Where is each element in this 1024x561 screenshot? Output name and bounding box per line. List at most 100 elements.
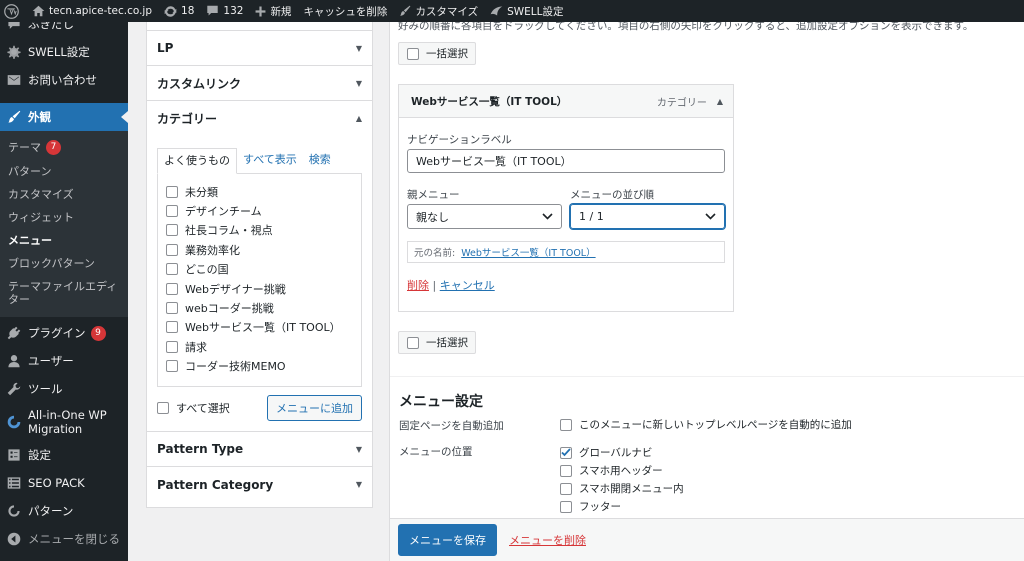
sidebar-item-label: ツール	[28, 382, 63, 396]
list-item[interactable]: Webサービス一覧（IT TOOL）	[166, 318, 353, 337]
list-item[interactable]: 未分類	[166, 182, 353, 201]
checkbox[interactable]	[166, 340, 178, 353]
sidebar-item-fukidashi[interactable]: ふきだし	[0, 22, 128, 38]
list-item[interactable]: 業務効率化	[166, 240, 353, 259]
checkbox[interactable]	[560, 500, 572, 513]
submenu-label: メニュー	[8, 234, 52, 247]
submenu-theme-file-editor[interactable]: テーマファイルエディター	[0, 275, 128, 311]
location-sp-header[interactable]: スマホ用ヘッダー	[560, 463, 663, 478]
sidebar-item-appearance[interactable]: 外観	[0, 103, 128, 131]
delete-item-link[interactable]: 削除	[407, 279, 429, 292]
sidebar-item-users[interactable]: ユーザー	[0, 347, 128, 375]
wordpress-logo-icon[interactable]	[0, 0, 26, 22]
sidebar-item-tools[interactable]: ツール	[0, 375, 128, 403]
category-label: webコーダー挑戦	[185, 302, 274, 316]
checkbox[interactable]	[166, 185, 178, 198]
sidebar-item-label: ふきだし	[28, 22, 74, 31]
tab-search[interactable]: 検索	[303, 148, 337, 174]
gear-icon	[6, 44, 22, 60]
submenu-widgets[interactable]: ウィジェット	[0, 206, 128, 229]
parent-select[interactable]: 親なし	[407, 204, 562, 229]
select-all-checkbox[interactable]	[157, 401, 169, 414]
collapse-menu-button[interactable]: メニューを閉じる	[0, 525, 128, 553]
checkbox[interactable]	[166, 263, 178, 276]
location-global-nav[interactable]: グローバルナビ	[560, 445, 652, 460]
accordion-lp[interactable]: LP ▼	[147, 31, 372, 66]
swell-icon	[490, 6, 503, 16]
sidebar-item-plugins[interactable]: プラグイン 9	[0, 319, 128, 347]
checkbox[interactable]	[166, 360, 178, 373]
checkbox[interactable]	[166, 321, 178, 334]
new-content-link[interactable]: 新規	[249, 0, 297, 22]
sidebar-item-label: ユーザー	[28, 354, 74, 368]
list-item[interactable]: Webデザイナー挑戦	[166, 279, 353, 298]
list-item[interactable]: webコーダー挑戦	[166, 298, 353, 317]
list-item[interactable]: どこの国	[166, 260, 353, 279]
checkbox[interactable]	[166, 302, 178, 315]
checkbox[interactable]	[560, 464, 572, 477]
menu-item-type: カテゴリー ▲	[657, 94, 723, 109]
customize-link[interactable]: カスタマイズ	[393, 0, 484, 22]
arrow-up-icon[interactable]: ▲	[717, 97, 723, 106]
arrow-up-icon: ▲	[355, 114, 362, 123]
nav-label-input[interactable]: Webサービス一覧（IT TOOL）	[407, 149, 725, 173]
sidebar-item-seo-pack[interactable]: SEO PACK	[0, 469, 128, 497]
delete-menu-link[interactable]: メニューを削除	[509, 532, 586, 548]
list-item[interactable]: 社長コラム・視点	[166, 221, 353, 240]
swell-settings-link[interactable]: SWELL設定	[484, 0, 569, 22]
location-sp-drawer[interactable]: スマホ開閉メニュー内	[560, 481, 684, 496]
patterns-icon	[6, 503, 22, 519]
accordion-title: Pattern Type	[157, 442, 244, 456]
tab-most-used[interactable]: よく使うもの	[157, 148, 237, 174]
list-item[interactable]: コーダー技術MEMO	[166, 357, 353, 376]
accordion-pattern-category[interactable]: Pattern Category ▼	[147, 467, 372, 502]
menu-item-header[interactable]: Webサービス一覧（IT TOOL） カテゴリー ▲	[399, 85, 733, 118]
list-item[interactable]: 請求	[166, 337, 353, 356]
comments-link[interactable]: 132	[200, 0, 249, 22]
sidebar-item-patterns[interactable]: パターン	[0, 497, 128, 525]
checked-checkbox[interactable]	[560, 446, 572, 459]
accordion-category[interactable]: カテゴリー ▲	[147, 101, 372, 136]
order-select[interactable]: 1 / 1	[570, 204, 725, 229]
sidebar-item-settings[interactable]: 設定	[0, 441, 128, 469]
updates-link[interactable]: 18	[158, 0, 200, 22]
bulk-select-checkbox[interactable]	[407, 47, 419, 60]
cancel-link[interactable]: キャンセル	[440, 279, 495, 292]
bulk-select-checkbox[interactable]	[407, 336, 419, 349]
sidebar-item-aio-migration[interactable]: All-in-One WP Migration	[0, 403, 128, 441]
sidebar-item-swell-settings[interactable]: SWELL設定	[0, 38, 128, 66]
auto-add-option[interactable]: このメニューに新しいトップレベルページを自動的に追加	[560, 417, 852, 432]
submenu-patterns[interactable]: パターン	[0, 160, 128, 183]
list-item[interactable]: デザインチーム	[166, 201, 353, 220]
submenu-themes[interactable]: テーマ 7	[0, 135, 128, 160]
checkbox[interactable]	[166, 243, 178, 256]
menu-item-actions: 削除 | キャンセル	[407, 277, 725, 293]
submenu-block-patterns[interactable]: ブロックパターン	[0, 252, 128, 275]
original-link[interactable]: Webサービス一覧（IT TOOL）	[461, 245, 595, 259]
save-menu-button[interactable]: メニューを保存	[398, 524, 497, 556]
location-footer[interactable]: フッター	[560, 499, 621, 514]
parent-value: 親なし	[416, 210, 449, 224]
clear-cache-link[interactable]: キャッシュを削除	[297, 0, 393, 22]
sidebar-item-contact[interactable]: お問い合わせ	[0, 66, 128, 94]
location-label: メニューの位置	[399, 446, 473, 458]
clear-cache-label: キャッシュを削除	[303, 5, 388, 18]
checkbox[interactable]	[166, 282, 178, 295]
checkbox[interactable]	[166, 205, 178, 218]
add-to-menu-button[interactable]: メニューに追加	[267, 395, 362, 421]
category-label: デザインチーム	[185, 205, 262, 219]
checkbox[interactable]	[166, 224, 178, 237]
tab-view-all[interactable]: すべて表示	[237, 148, 303, 174]
select-all-row[interactable]: すべて選択	[157, 398, 230, 417]
accordion-custom-link[interactable]: カスタムリンク ▼	[147, 66, 372, 101]
auto-add-checkbox[interactable]	[560, 418, 572, 431]
bulk-select-top[interactable]: 一括選択	[398, 42, 476, 65]
accordion-pattern-type[interactable]: Pattern Type ▼	[147, 432, 372, 467]
swell-label: SWELL設定	[507, 5, 564, 18]
checkmark-icon	[561, 448, 571, 457]
bulk-select-bottom[interactable]: 一括選択	[398, 331, 476, 354]
submenu-customize[interactable]: カスタマイズ	[0, 183, 128, 206]
submenu-menus[interactable]: メニュー	[0, 229, 128, 252]
site-name-link[interactable]: tecn.apice-tec.co.jp	[26, 0, 158, 22]
checkbox[interactable]	[560, 482, 572, 495]
